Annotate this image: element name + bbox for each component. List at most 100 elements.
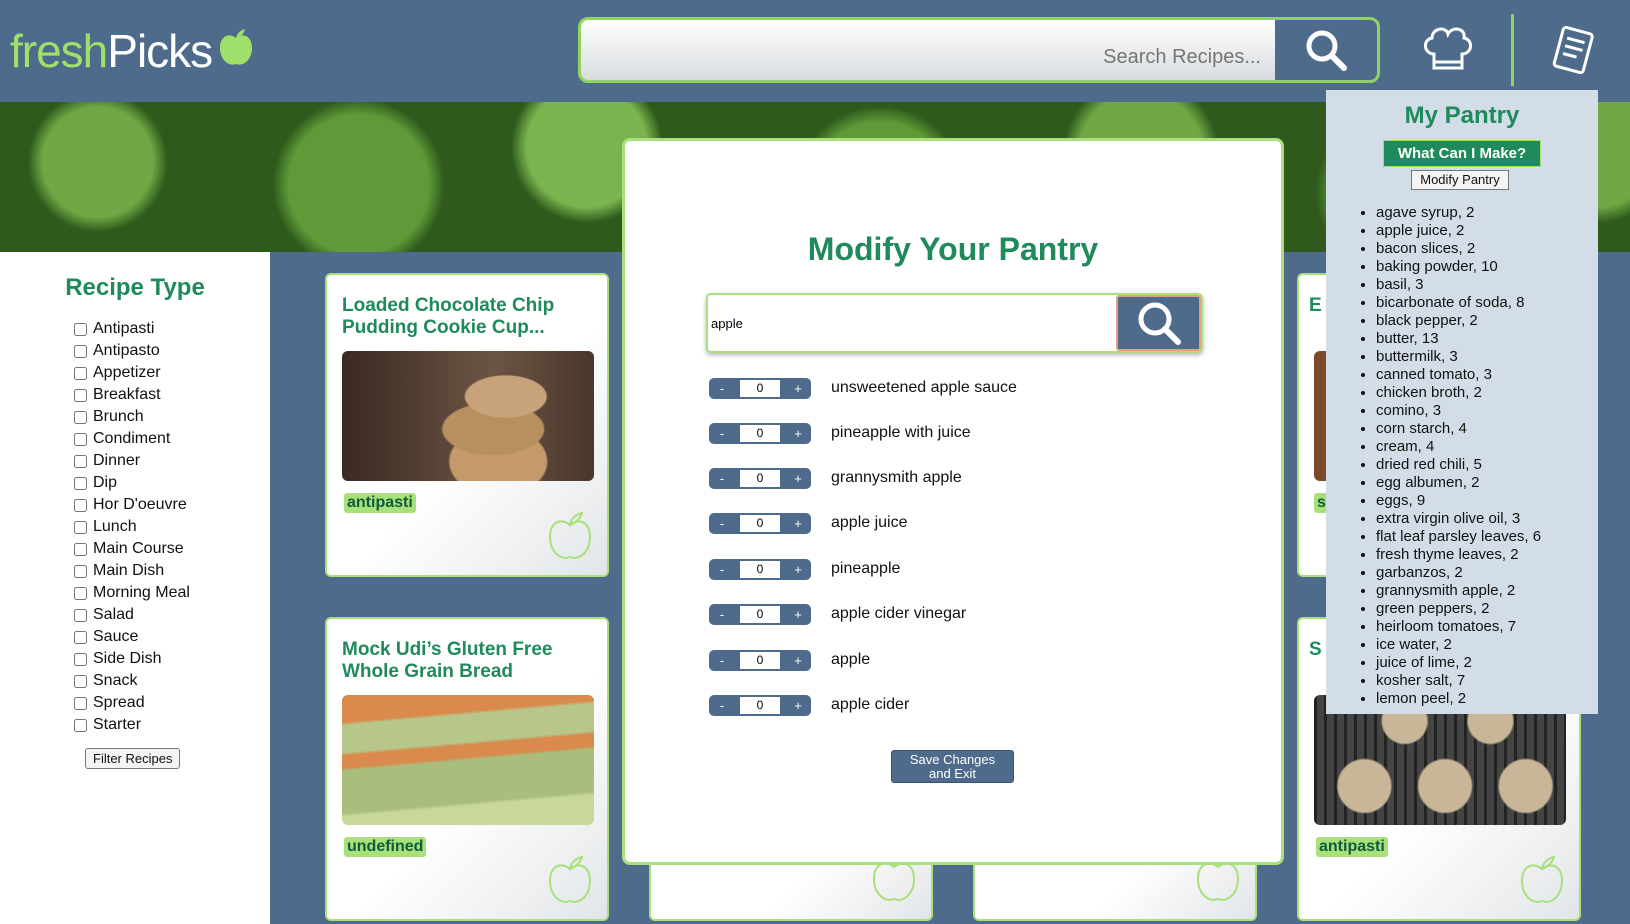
type-option[interactable]: Condiment <box>74 428 190 450</box>
type-option[interactable]: Brunch <box>74 406 190 428</box>
type-checkbox[interactable] <box>74 564 87 578</box>
quantity-value[interactable]: 0 <box>740 469 780 487</box>
pantry-item: baking powder, 10 <box>1376 258 1592 276</box>
pantry-title: My Pantry <box>1404 102 1520 129</box>
pantry-item: extra virgin olive oil, 3 <box>1376 510 1592 528</box>
type-option[interactable]: Hor D'oeuvre <box>74 494 190 516</box>
decrement-button[interactable]: - <box>713 607 731 622</box>
quantity-value[interactable]: 0 <box>740 379 780 397</box>
recipe-title[interactable]: Loaded Chocolate Chip Pudding Cookie Cup… <box>342 295 597 339</box>
type-checkbox[interactable] <box>74 344 87 358</box>
quantity-stepper: - 0 + <box>709 467 811 489</box>
recipe-card[interactable]: Mock Udi’s Gluten Free Whole Grain Bread… <box>325 617 609 921</box>
pantry-search-bar <box>706 293 1203 353</box>
decrement-button[interactable]: - <box>713 426 731 441</box>
type-checkbox[interactable] <box>74 388 87 402</box>
apple-outline-icon[interactable] <box>547 855 593 907</box>
recipe-tag: antipasti <box>1316 837 1388 857</box>
type-checkbox[interactable] <box>74 454 87 468</box>
type-option[interactable]: Breakfast <box>74 384 190 406</box>
increment-button[interactable]: + <box>789 698 807 713</box>
type-checkbox[interactable] <box>74 366 87 380</box>
filter-recipes-button[interactable]: Filter Recipes <box>85 748 181 769</box>
decrement-button[interactable]: - <box>713 698 731 713</box>
type-option[interactable]: Salad <box>74 604 190 626</box>
type-option[interactable]: Sauce <box>74 626 190 648</box>
decrement-button[interactable]: - <box>713 653 731 668</box>
type-checkbox[interactable] <box>74 652 87 666</box>
type-option[interactable]: Dinner <box>74 450 190 472</box>
increment-button[interactable]: + <box>789 426 807 441</box>
type-checkbox[interactable] <box>74 696 87 710</box>
pantry-item: agave syrup, 2 <box>1376 204 1592 222</box>
pantry-search-button[interactable] <box>1116 295 1201 351</box>
ingredient-name: apple cider vinegar <box>831 605 967 622</box>
type-checkbox[interactable] <box>74 520 87 534</box>
pantry-item: garbanzos, 2 <box>1376 564 1592 582</box>
recipe-image-cookies[interactable] <box>342 351 594 481</box>
recipe-search-button[interactable] <box>1275 20 1377 80</box>
type-option[interactable]: Spread <box>74 692 190 714</box>
type-checkbox[interactable] <box>74 674 87 688</box>
what-can-i-make-button[interactable]: What Can I Make? <box>1383 140 1541 167</box>
pantry-item: lemon peel, 2 <box>1376 690 1592 708</box>
increment-button[interactable]: + <box>789 653 807 668</box>
pantry-search-input[interactable] <box>708 295 1118 351</box>
recipe-image-bread[interactable] <box>342 695 594 825</box>
type-checkbox[interactable] <box>74 432 87 446</box>
logo[interactable]: freshPicks <box>10 24 252 78</box>
decrement-button[interactable]: - <box>713 381 731 396</box>
type-option[interactable]: Side Dish <box>74 648 190 670</box>
type-option[interactable]: Antipasti <box>74 318 190 340</box>
ingredient-row: - 0 + grannysmith apple <box>709 466 1209 490</box>
type-checkbox[interactable] <box>74 608 87 622</box>
recipe-list-icon[interactable] <box>1546 24 1600 78</box>
modify-pantry-button[interactable]: Modify Pantry <box>1411 170 1509 190</box>
type-option[interactable]: Appetizer <box>74 362 190 384</box>
type-checkbox[interactable] <box>74 718 87 732</box>
increment-button[interactable]: + <box>789 607 807 622</box>
ingredient-name: apple juice <box>831 514 908 531</box>
pantry-item: black pepper, 2 <box>1376 312 1592 330</box>
decrement-button[interactable]: - <box>713 471 731 486</box>
type-checkbox[interactable] <box>74 410 87 424</box>
type-option[interactable]: Lunch <box>74 516 190 538</box>
type-checkbox[interactable] <box>74 322 87 336</box>
recipe-search-input[interactable] <box>581 20 1275 80</box>
type-checkbox[interactable] <box>74 498 87 512</box>
apple-outline-icon[interactable] <box>547 511 593 563</box>
type-option[interactable]: Dip <box>74 472 190 494</box>
recipe-card[interactable]: Loaded Chocolate Chip Pudding Cookie Cup… <box>325 273 609 577</box>
type-option[interactable]: Starter <box>74 714 190 736</box>
type-checkbox[interactable] <box>74 630 87 644</box>
type-option[interactable]: Morning Meal <box>74 582 190 604</box>
decrement-button[interactable]: - <box>713 562 731 577</box>
type-checkbox[interactable] <box>74 476 87 490</box>
increment-button[interactable]: + <box>789 471 807 486</box>
recipe-image-crackers[interactable] <box>1314 695 1566 825</box>
ingredient-name: apple cider <box>831 696 910 713</box>
type-option[interactable]: Snack <box>74 670 190 692</box>
type-option[interactable]: Main Dish <box>74 560 190 582</box>
quantity-value[interactable]: 0 <box>740 560 780 578</box>
recipe-title[interactable]: Mock Udi’s Gluten Free Whole Grain Bread <box>342 639 597 683</box>
decrement-button[interactable]: - <box>713 516 731 531</box>
increment-button[interactable]: + <box>789 516 807 531</box>
save-changes-exit-button[interactable]: Save Changes and Exit <box>891 750 1014 783</box>
increment-button[interactable]: + <box>789 562 807 577</box>
type-option[interactable]: Main Course <box>74 538 190 560</box>
type-checkbox[interactable] <box>74 542 87 556</box>
chef-hat-icon[interactable] <box>1420 24 1474 76</box>
quantity-value[interactable]: 0 <box>740 651 780 669</box>
quantity-value[interactable]: 0 <box>740 605 780 623</box>
ingredient-row: - 0 + apple cider <box>709 693 1209 717</box>
quantity-value[interactable]: 0 <box>740 424 780 442</box>
quantity-stepper: - 0 + <box>709 649 811 671</box>
header: freshPicks <box>0 0 1630 102</box>
quantity-value[interactable]: 0 <box>740 514 780 532</box>
type-option[interactable]: Antipasto <box>74 340 190 362</box>
type-checkbox[interactable] <box>74 586 87 600</box>
increment-button[interactable]: + <box>789 381 807 396</box>
apple-outline-icon[interactable] <box>1519 855 1565 907</box>
quantity-value[interactable]: 0 <box>740 696 780 714</box>
